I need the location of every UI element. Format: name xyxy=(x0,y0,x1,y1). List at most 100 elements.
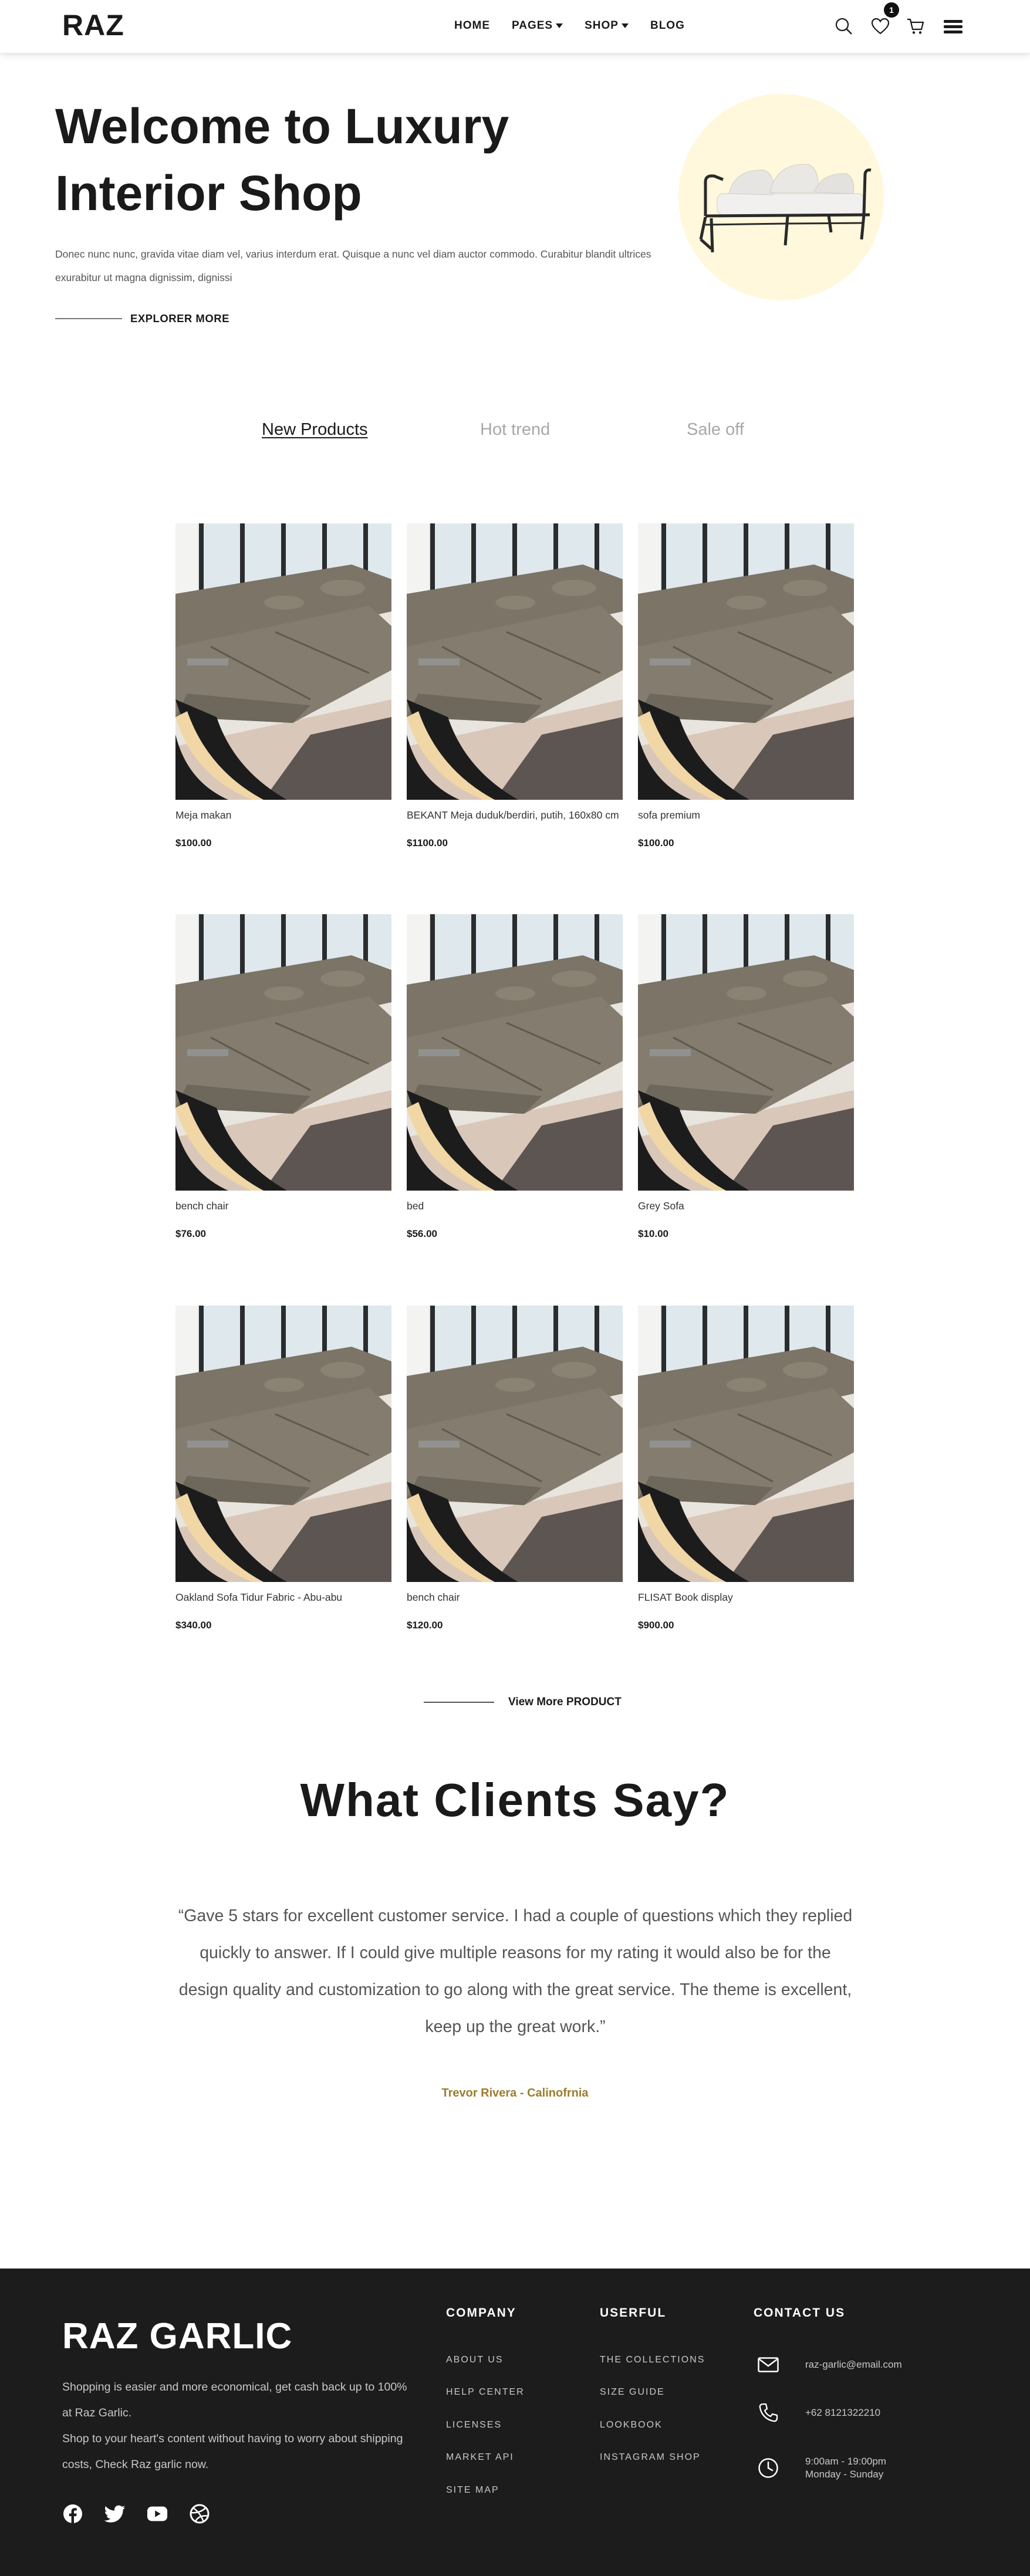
hero-title-line-1: Welcome to Luxury xyxy=(55,99,509,154)
tab-hot-trend[interactable]: Hot trend xyxy=(480,420,550,440)
nav-pages-label: PAGES xyxy=(512,19,553,32)
product-name[interactable]: sofa premium xyxy=(638,809,854,822)
footer-contact-title: CONTACT US xyxy=(754,2306,846,2320)
product-card[interactable]: Meja makan $100.00 xyxy=(175,523,391,848)
product-price: $120.00 xyxy=(407,1620,443,1631)
product-image[interactable] xyxy=(407,914,623,1191)
main-nav: HOME PAGES SHOP BLOG xyxy=(454,19,707,32)
product-price: $340.00 xyxy=(175,1620,212,1631)
product-image[interactable] xyxy=(638,1306,854,1582)
view-more-products-link[interactable]: View More PRODUCT xyxy=(424,1696,622,1709)
product-name[interactable]: bench chair xyxy=(175,1200,391,1212)
footer-link-market-api[interactable]: MARKET API xyxy=(446,2452,514,2463)
product-name[interactable]: Grey Sofa xyxy=(638,1200,854,1212)
caret-down-icon xyxy=(556,23,563,28)
footer-link-collections[interactable]: THE COLLECTIONS xyxy=(600,2355,705,2365)
product-image[interactable] xyxy=(407,1306,623,1582)
clock-icon xyxy=(757,2457,779,2479)
wishlist-count-badge: 1 xyxy=(884,2,899,18)
hero-title: Welcome to Luxury Interior Shop xyxy=(55,93,583,227)
product-image[interactable] xyxy=(175,523,391,800)
nav-shop-label: SHOP xyxy=(585,19,619,32)
search-icon[interactable] xyxy=(832,13,856,40)
product-card[interactable]: Grey Sofa $10.00 xyxy=(638,914,854,1239)
social-links xyxy=(62,2503,231,2524)
view-more-divider xyxy=(424,1702,494,1703)
footer-description: Shopping is easier and more economical, … xyxy=(62,2374,414,2477)
contact-hours: 9:00am - 19:00pm Monday - Sunday xyxy=(805,2455,886,2481)
product-card[interactable]: FLISAT Book display $900.00 xyxy=(638,1306,854,1631)
product-price: $900.00 xyxy=(638,1620,674,1631)
footer-description-line-2: Shop to your heart's content without hav… xyxy=(62,2432,403,2471)
footer-link-lookbook[interactable]: LOOKBOOK xyxy=(600,2420,663,2430)
cart-icon[interactable] xyxy=(904,13,927,40)
hero-title-line-2: Interior Shop xyxy=(55,165,362,221)
caret-down-icon xyxy=(621,23,629,28)
view-more-label: View More PRODUCT xyxy=(508,1696,622,1708)
nav-blog[interactable]: BLOG xyxy=(650,19,685,32)
contact-hours-row: 9:00am - 19:00pm Monday - Sunday xyxy=(757,2455,886,2481)
contact-email[interactable]: raz-garlic@email.com xyxy=(805,2358,902,2371)
phone-icon xyxy=(757,2402,779,2424)
product-price: $10.00 xyxy=(638,1228,668,1239)
nav-blog-label: BLOG xyxy=(650,19,685,32)
product-image[interactable] xyxy=(175,914,391,1191)
product-card[interactable]: sofa premium $100.00 xyxy=(638,523,854,848)
product-card[interactable]: bed $56.00 xyxy=(407,914,623,1239)
footer-link-about-us[interactable]: ABOUT US xyxy=(446,2355,504,2365)
contact-hours-time: 9:00am - 19:00pm xyxy=(805,2456,886,2467)
product-name[interactable]: BEKANT Meja duduk/berdiri, putih, 160x80… xyxy=(407,809,623,822)
tab-new-products[interactable]: New Products xyxy=(262,420,368,440)
nav-home[interactable]: HOME xyxy=(454,19,490,32)
product-card[interactable]: BEKANT Meja duduk/berdiri, putih, 160x80… xyxy=(407,523,623,848)
footer-company-title: COMPANY xyxy=(446,2306,516,2320)
footer-link-site-map[interactable]: SITE MAP xyxy=(446,2485,499,2496)
explore-more-link[interactable]: EXPLORER MORE xyxy=(55,312,229,325)
product-price: $56.00 xyxy=(407,1228,437,1239)
explore-more-label: EXPLORER MORE xyxy=(130,312,229,324)
product-price: $100.00 xyxy=(638,837,674,848)
menu-icon[interactable] xyxy=(941,13,965,40)
footer-link-licenses[interactable]: LICENSES xyxy=(446,2420,502,2430)
product-name[interactable]: Meja makan xyxy=(175,809,391,822)
brand-logo[interactable]: RAZ xyxy=(62,8,124,42)
testimonial-title: What Clients Say? xyxy=(300,1774,730,1826)
product-name[interactable]: bench chair xyxy=(407,1591,623,1604)
navbar: RAZ HOME PAGES SHOP BLOG 1 xyxy=(0,0,1030,53)
hero-sofa-image xyxy=(699,164,872,253)
facebook-icon[interactable] xyxy=(62,2503,83,2524)
twitter-icon[interactable] xyxy=(104,2503,126,2524)
contact-hours-days: Monday - Sunday xyxy=(805,2469,884,2480)
footer-link-help-center[interactable]: HELP CENTER xyxy=(446,2387,525,2398)
footer-link-instagram-shop[interactable]: INSTAGRAM SHOP xyxy=(600,2452,701,2463)
contact-phone-row[interactable]: +62 8121322210 xyxy=(757,2402,880,2424)
nav-shop[interactable]: SHOP xyxy=(585,19,629,32)
dribbble-icon[interactable] xyxy=(189,2503,210,2524)
testimonial-author: Trevor Rivera - Calinofrnia xyxy=(441,2087,589,2100)
product-image[interactable] xyxy=(175,1306,391,1582)
contact-email-row[interactable]: raz-garlic@email.com xyxy=(757,2354,902,2376)
product-card[interactable]: Oakland Sofa Tidur Fabric - Abu-abu $340… xyxy=(175,1306,391,1631)
product-price: $1100.00 xyxy=(407,837,448,848)
explore-divider xyxy=(55,318,122,319)
testimonial-quote: “Gave 5 stars for excellent customer ser… xyxy=(178,1906,853,2036)
product-name[interactable]: bed xyxy=(407,1200,623,1212)
product-image[interactable] xyxy=(407,523,623,800)
contact-phone[interactable]: +62 8121322210 xyxy=(805,2406,880,2419)
footer-link-size-guide[interactable]: SIZE GUIDE xyxy=(600,2387,665,2398)
footer: RAZ GARLIC Shopping is easier and more e… xyxy=(0,2269,1030,2576)
tab-sale-off[interactable]: Sale off xyxy=(687,420,744,440)
product-name[interactable]: Oakland Sofa Tidur Fabric - Abu-abu xyxy=(175,1591,391,1604)
product-card[interactable]: bench chair $76.00 xyxy=(175,914,391,1239)
product-image[interactable] xyxy=(638,523,854,800)
footer-userful-title: USERFUL xyxy=(600,2306,667,2320)
youtube-icon[interactable] xyxy=(147,2503,168,2524)
product-name[interactable]: FLISAT Book display xyxy=(638,1591,854,1604)
nav-pages[interactable]: PAGES xyxy=(512,19,563,32)
hero-description: Donec nunc nunc, gravida vitae diam vel,… xyxy=(55,248,651,283)
nav-home-label: HOME xyxy=(454,19,490,32)
product-price: $100.00 xyxy=(175,837,212,848)
footer-brand[interactable]: RAZ GARLIC xyxy=(62,2315,292,2357)
product-card[interactable]: bench chair $120.00 xyxy=(407,1306,623,1631)
product-image[interactable] xyxy=(638,914,854,1191)
